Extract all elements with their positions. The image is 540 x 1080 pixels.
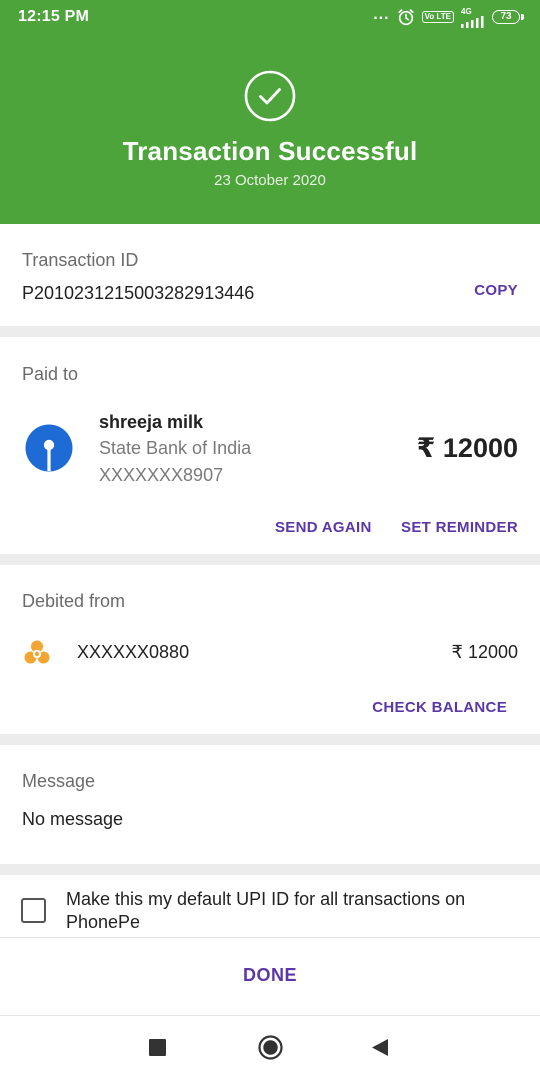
alarm-icon [397,9,414,26]
battery-level: 73 [492,10,520,24]
message-text: No message [22,809,124,829]
section-divider [0,554,540,565]
recents-icon[interactable] [149,1039,166,1056]
page-title: Transaction Successful [122,136,418,166]
success-check-icon [244,70,296,122]
section-divider [0,326,540,337]
set-reminder-button[interactable]: SET REMINDER [401,519,518,536]
debit-account: XXXXXX0880 [77,642,190,662]
success-header: 12:15 PM ... Vo LTE 4G 73 Transaction Su… [0,0,540,224]
home-icon[interactable] [258,1035,283,1060]
transaction-id-section [0,224,540,326]
signal-icon [461,15,484,28]
battery-icon: 73 [492,10,524,24]
notification-dots-icon: ... [373,6,390,23]
bank-logo-icon [24,640,50,664]
debited-from-label: Debited from [22,591,126,611]
sbi-logo-icon [25,424,73,472]
transaction-id-label: Transaction ID [22,250,139,270]
back-icon[interactable] [371,1038,389,1057]
volte-icon: Vo LTE [421,11,454,23]
section-divider [0,864,540,875]
status-bar: 12:15 PM ... Vo LTE 4G 73 [0,0,540,34]
payee-bank: State Bank of India [99,438,252,458]
paid-to-label: Paid to [22,364,79,384]
message-label: Message [22,771,96,791]
navigation-bar [0,1016,540,1080]
network-type: 4G [461,6,472,16]
send-again-button[interactable]: SEND AGAIN [275,519,372,536]
section-divider [0,734,540,745]
payee-account: XXXXXXX8907 [99,465,224,485]
separator-line [0,937,540,938]
copy-button[interactable]: COPY [474,282,518,299]
transaction-date: 23 October 2020 [214,172,326,189]
debit-amount: ₹ 12000 [451,642,518,662]
transaction-id-value: P2010231215003282913446 [22,283,255,303]
check-balance-button[interactable]: CHECK BALANCE [372,699,507,716]
network-icon: 4G [461,7,485,28]
default-upi-label: Make this my default UPI ID for all tran… [66,889,466,932]
done-button[interactable]: DONE [0,965,540,986]
status-time: 12:15 PM [18,8,89,25]
default-upi-checkbox[interactable] [21,898,46,923]
payee-name: shreeja milk [99,412,204,432]
status-icons: ... Vo LTE 4G 73 [373,6,524,28]
paid-amount: ₹ 12000 [416,433,518,463]
